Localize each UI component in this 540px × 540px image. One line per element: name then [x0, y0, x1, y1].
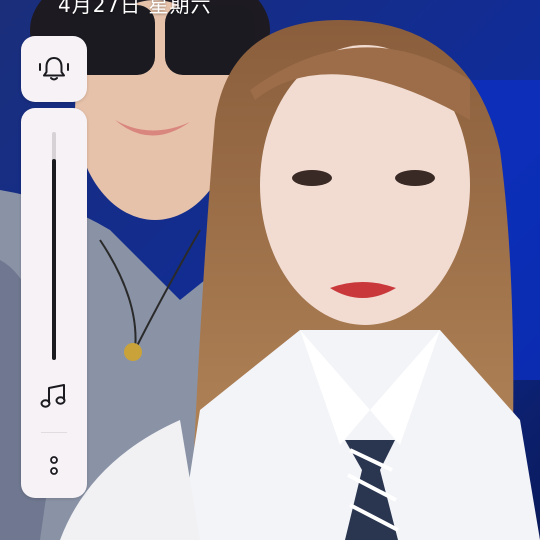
music-note-icon[interactable]: [39, 383, 69, 409]
panel-divider: [41, 432, 67, 433]
more-options-icon[interactable]: [47, 453, 61, 479]
ringer-mode-button[interactable]: [21, 36, 87, 102]
media-volume-slider[interactable]: [52, 132, 56, 360]
volume-slider-fill: [52, 159, 56, 360]
status-date: 4月27日 星期六: [58, 0, 212, 17]
bell-vibrate-icon: [39, 57, 69, 81]
volume-panel: [21, 108, 87, 498]
